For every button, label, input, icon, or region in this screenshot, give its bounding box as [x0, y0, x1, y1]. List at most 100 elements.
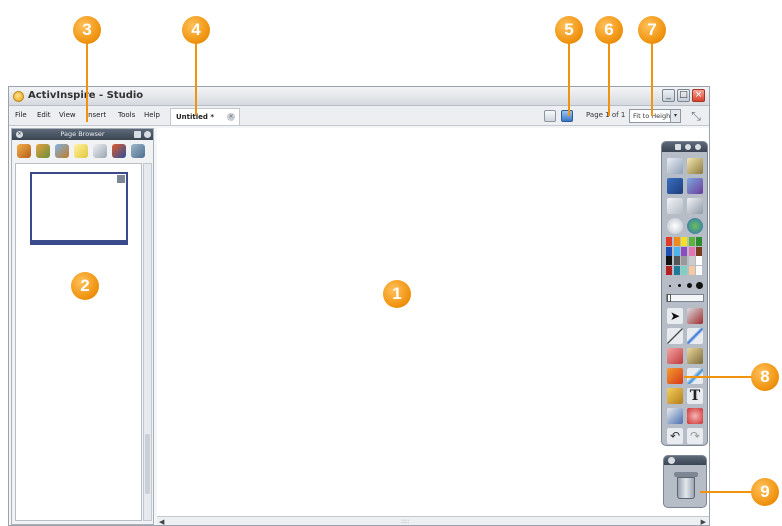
reset-page-icon[interactable] [667, 218, 683, 234]
page-browser-icon[interactable] [17, 144, 31, 158]
color-swatch[interactable] [673, 237, 680, 246]
page-browser-panel: × Page Browser [11, 128, 154, 525]
color-swatch[interactable] [696, 256, 702, 265]
trash-body [677, 477, 695, 499]
toolbox-options-icon[interactable] [685, 144, 691, 150]
menu-edit[interactable]: Edit [37, 111, 51, 119]
pen-width-slider[interactable] [666, 294, 704, 302]
menu-help[interactable]: Help [144, 111, 160, 119]
main-toolbox: ➤ T ↶ ↷ [661, 141, 708, 446]
scrollbar-thumb[interactable] [145, 434, 150, 494]
color-swatch[interactable] [688, 237, 695, 246]
color-swatch[interactable] [666, 256, 672, 265]
clear-icon[interactable] [667, 408, 683, 424]
color-swatch[interactable] [681, 246, 687, 256]
connector-icon[interactable] [667, 388, 683, 404]
menu-file[interactable]: File [15, 111, 27, 119]
flipchart-canvas[interactable] [157, 128, 709, 516]
color-swatch[interactable] [673, 246, 680, 256]
dual-user-icon[interactable] [544, 110, 556, 122]
page-browser-menu-icon[interactable] [134, 131, 141, 138]
callout-8-leader [684, 376, 752, 378]
stage: ActivInspire - Studio _ □ × File Edit Vi… [0, 0, 782, 526]
action-browser-icon[interactable] [112, 144, 126, 158]
color-swatch[interactable] [696, 265, 702, 275]
page-browser-scrollbar[interactable] [143, 163, 152, 521]
zoom-select[interactable]: Fit to Height ▾ [629, 109, 681, 123]
screen-view-icon[interactable] [561, 110, 573, 122]
trash-can-icon[interactable] [674, 472, 698, 500]
tab-close-icon[interactable]: × [227, 113, 235, 121]
revert-icon[interactable] [687, 408, 703, 424]
close-button[interactable]: × [692, 89, 705, 102]
desktop-annotate-icon[interactable] [667, 178, 683, 194]
page-browser-toggle-icon[interactable] [687, 158, 703, 174]
next-page-icon[interactable] [687, 198, 703, 214]
menu-tools[interactable]: Tools [118, 111, 135, 119]
menu-insert[interactable]: Insert [86, 111, 106, 119]
callout-1: 1 [383, 280, 411, 308]
page-browser-options-icon[interactable] [144, 131, 151, 138]
color-swatch[interactable] [666, 246, 672, 256]
color-swatch[interactable] [666, 237, 672, 246]
eraser-icon[interactable] [667, 348, 683, 364]
menu-view[interactable]: View [59, 111, 76, 119]
color-swatch[interactable] [696, 246, 702, 256]
tools-icon[interactable] [687, 308, 703, 324]
resource-icon[interactable] [687, 178, 703, 194]
previous-page-icon[interactable] [667, 198, 683, 214]
voting-browser-icon[interactable] [131, 144, 145, 158]
color-swatch[interactable] [688, 246, 695, 256]
magic-ink-icon[interactable] [687, 348, 703, 364]
width-preset-2[interactable] [678, 284, 681, 287]
width-preset-3[interactable] [687, 283, 692, 288]
thumbnail-menu-icon[interactable] [117, 175, 125, 183]
page-thumbnail[interactable] [30, 172, 128, 245]
trash-header [664, 456, 706, 465]
scroll-grip[interactable]: :::: [401, 518, 409, 525]
highlighter-icon[interactable] [687, 328, 703, 344]
color-swatch[interactable] [681, 265, 687, 275]
callout-9: 9 [751, 478, 779, 506]
color-swatch[interactable] [696, 237, 702, 246]
color-swatch[interactable] [688, 256, 695, 265]
color-swatch[interactable] [673, 265, 680, 275]
trash-close-icon[interactable] [668, 457, 675, 464]
page-browser-title-bar: × Page Browser [12, 129, 153, 140]
width-preset-4[interactable] [696, 282, 703, 289]
callout-7-leader [651, 36, 653, 116]
width-preset-1[interactable] [669, 285, 671, 287]
chevron-down-icon[interactable]: ▾ [670, 110, 680, 122]
minimize-button[interactable]: _ [662, 89, 675, 102]
fullscreen-icon[interactable]: ⤡ [689, 109, 703, 123]
color-palette [666, 237, 704, 275]
color-swatch[interactable] [688, 265, 695, 275]
fill-icon[interactable] [667, 368, 683, 384]
undo-icon[interactable]: ↶ [667, 428, 683, 444]
color-swatch[interactable] [666, 265, 672, 275]
color-swatch[interactable] [681, 237, 687, 246]
scroll-right-icon[interactable]: ▶ [701, 518, 706, 525]
scroll-left-icon[interactable]: ◀ [159, 518, 164, 525]
toolbox-collapse-icon[interactable] [695, 144, 701, 150]
resource-browser-icon[interactable] [36, 144, 50, 158]
callout-3: 3 [73, 16, 101, 44]
slider-knob[interactable] [667, 294, 671, 302]
maximize-button[interactable]: □ [677, 89, 690, 102]
text-icon[interactable]: T [687, 388, 703, 404]
page-indicator: Page 1 of 1 [586, 111, 626, 119]
color-swatch[interactable] [673, 256, 680, 265]
callout-6-leader [608, 36, 610, 116]
redo-icon[interactable]: ↷ [687, 428, 703, 444]
document-tab[interactable]: Untitled * × [170, 108, 240, 125]
web-browser-icon[interactable] [687, 218, 703, 234]
color-swatch[interactable] [681, 256, 687, 265]
main-menu-icon[interactable] [667, 158, 683, 174]
object-browser-icon[interactable] [55, 144, 69, 158]
horizontal-scrollbar[interactable]: ◀ :::: ▶ [157, 516, 709, 525]
toolbox-menu-icon[interactable] [675, 144, 681, 150]
select-icon[interactable]: ➤ [667, 308, 683, 324]
notes-browser-icon[interactable] [74, 144, 88, 158]
property-browser-icon[interactable] [93, 144, 107, 158]
pen-icon[interactable] [667, 328, 683, 344]
